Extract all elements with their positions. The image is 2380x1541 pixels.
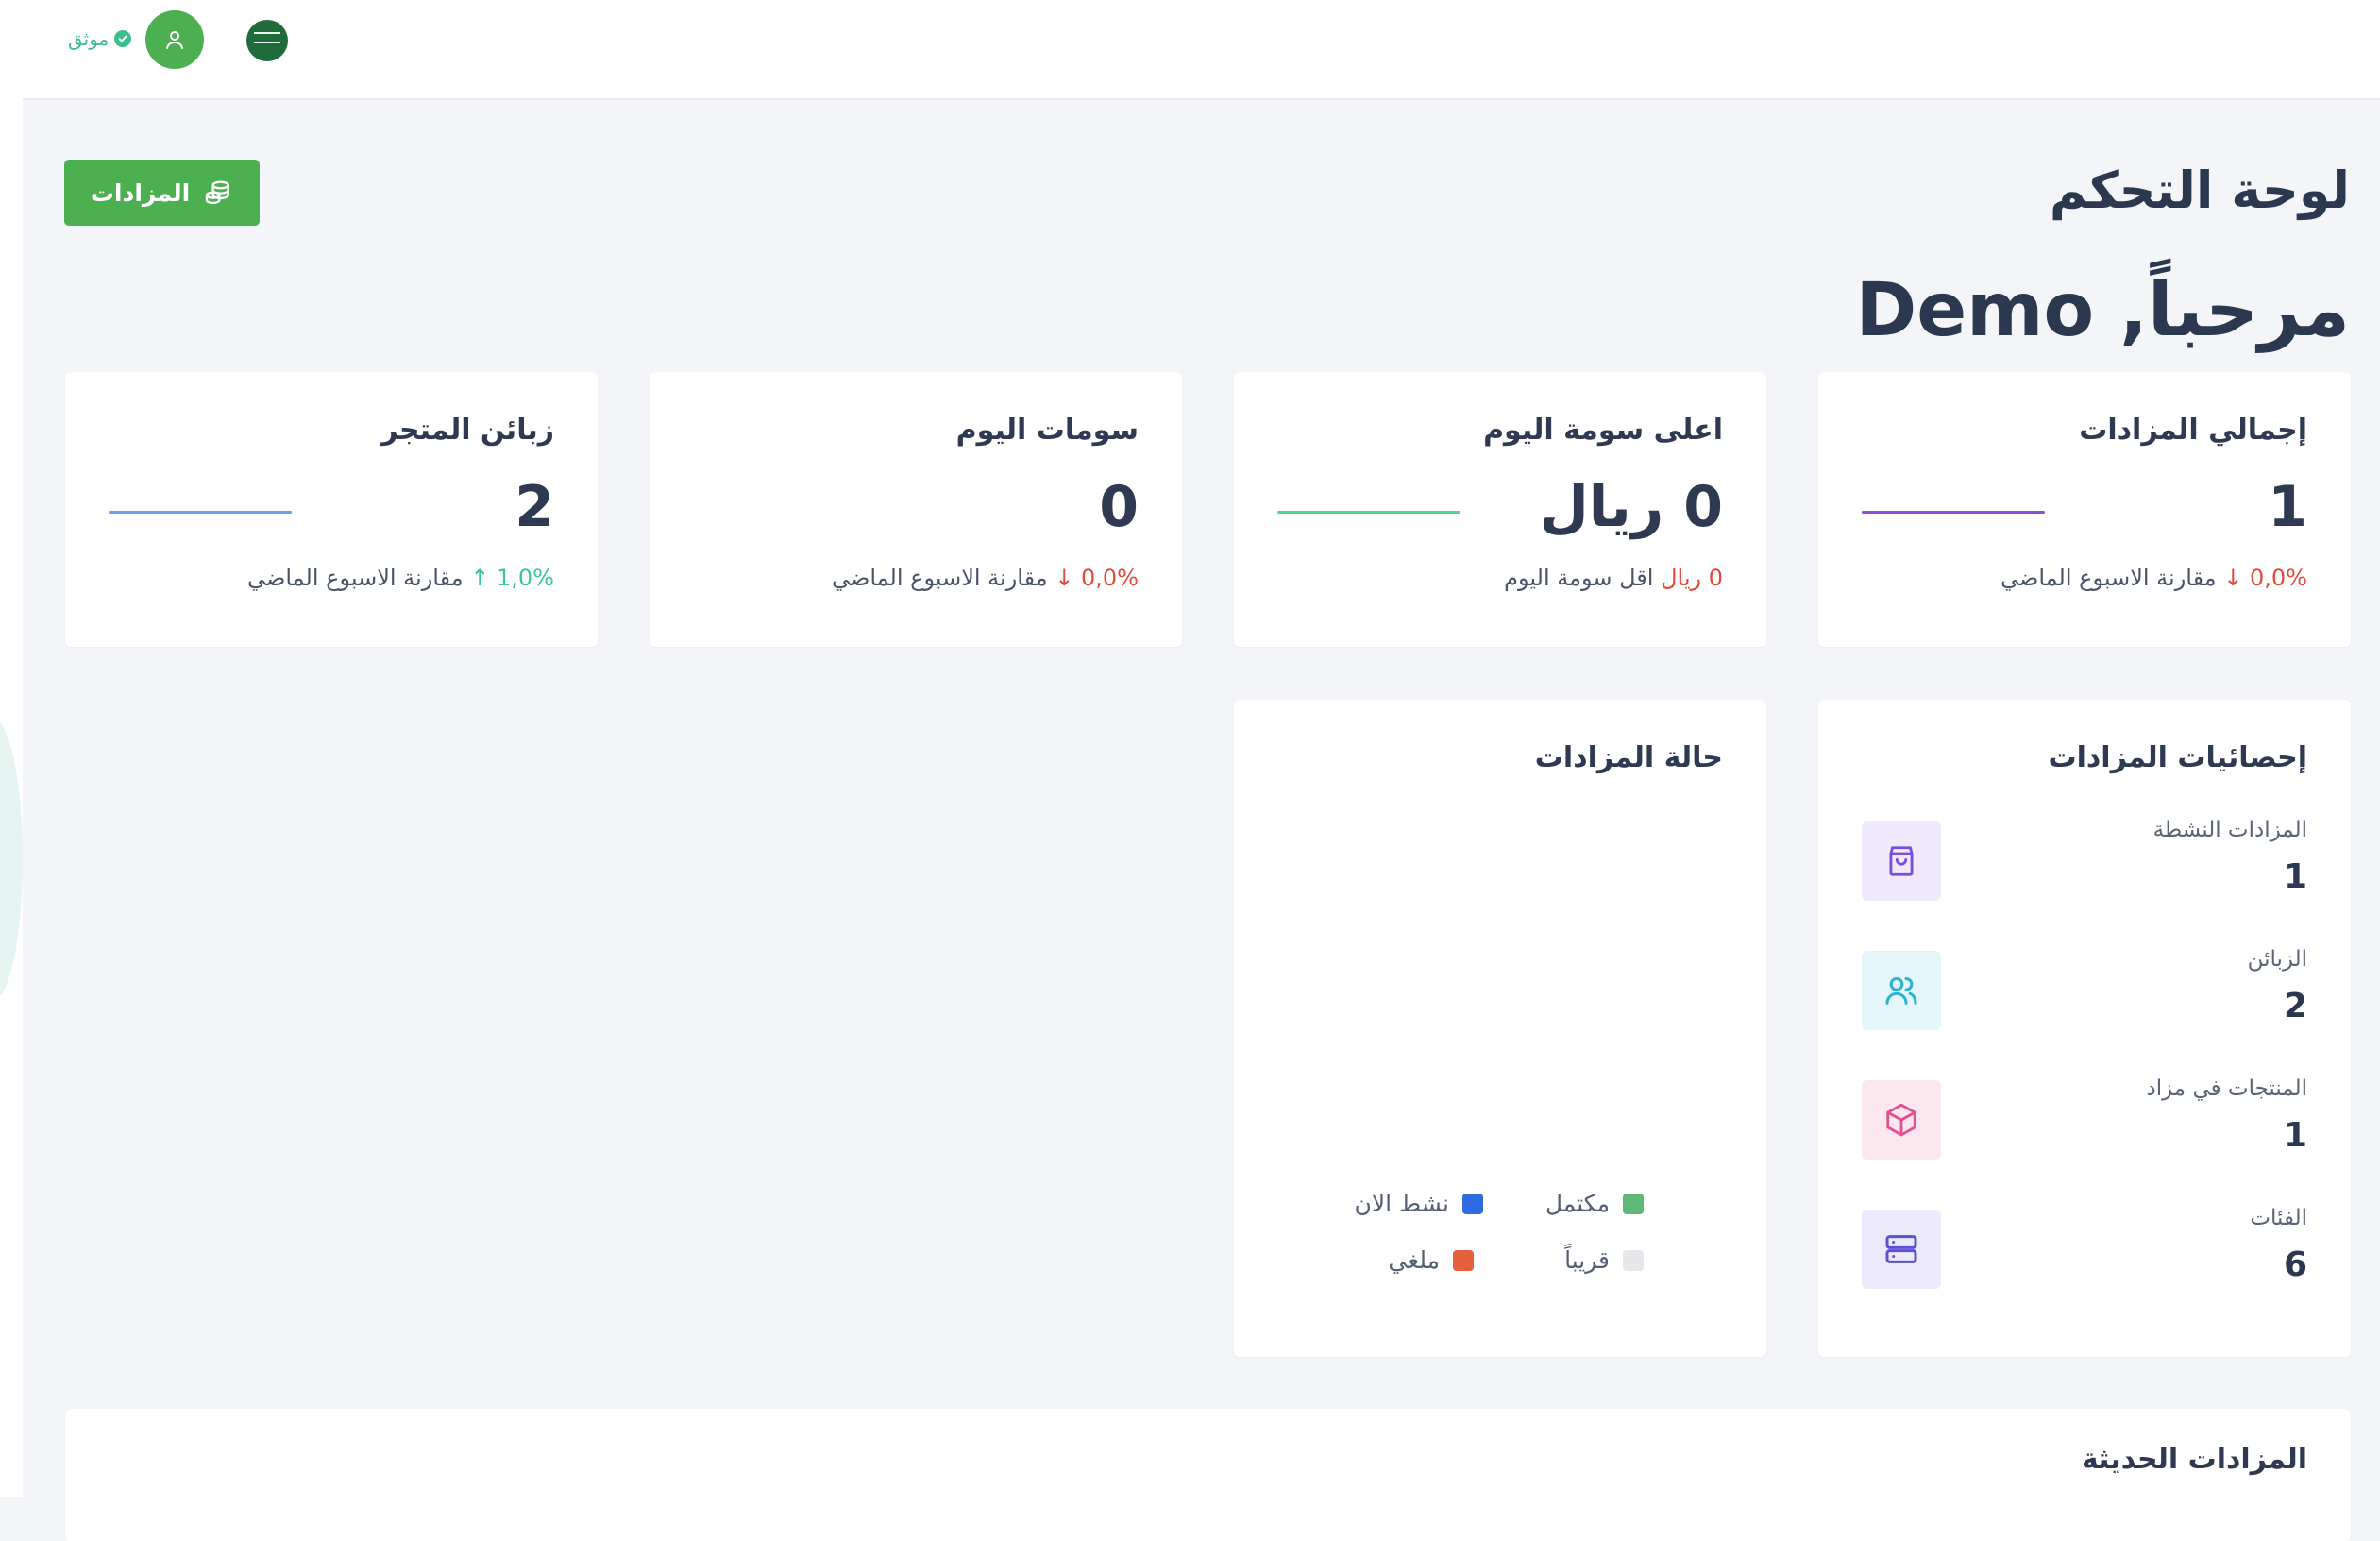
stat-change-value: 0,0%	[1081, 565, 1139, 591]
legend-swatch	[1623, 1193, 1644, 1214]
legend-label: قريباً	[1564, 1246, 1610, 1274]
stat-card-store-customers: زبائن المتجر 2 1,0% ↑ مقارنة الاسبوع الم…	[65, 372, 598, 647]
page-title: لوحة التحكم	[2049, 161, 2350, 220]
stat-sparkline	[1277, 511, 1460, 514]
stat-card-highest-bid: اعلى سومة اليوم 0 ريال 0 ريال اقل سومة ا…	[1234, 372, 1766, 647]
stat-row-customers: الزبائن 2	[1862, 947, 2307, 1030]
stat-row-value: 1	[2283, 857, 2307, 896]
stat-change: 0 ريال اقل سومة اليوم	[1504, 565, 1723, 591]
stat-change-value: 0 ريال	[1661, 565, 1723, 591]
panel-title: إحصائيات المزادات	[2048, 741, 2307, 774]
verified-label: موثق	[68, 27, 110, 50]
stat-row-label: المنتجات في مزاد	[2146, 1076, 2307, 1101]
stat-change-text: مقارنة الاسبوع الماضي	[246, 565, 464, 591]
stat-sparkline	[1862, 511, 2045, 514]
saudi-flag-icon[interactable]	[246, 20, 288, 61]
stat-row-active-auctions: المزادات النشطة 1	[1862, 818, 2307, 901]
user-icon	[166, 31, 183, 49]
stat-change-value: 0,0%	[2250, 565, 2307, 591]
stat-value: 0 ريال	[1539, 474, 1723, 540]
panel-title: المزادات الحديثة	[2081, 1443, 2307, 1476]
box-icon	[1862, 1080, 1941, 1160]
top-bar: موثق	[23, 0, 2380, 100]
coins-icon	[205, 180, 230, 205]
stat-change-value: 1,0%	[497, 565, 554, 591]
legend-item-completed[interactable]: مكتمل	[1545, 1190, 1644, 1217]
stat-title: إجمالي المزادات	[2079, 414, 2307, 447]
stat-row-value: 6	[2283, 1245, 2307, 1284]
stat-value: 1	[2268, 474, 2307, 540]
shopping-bag-icon	[1862, 821, 1941, 901]
legend-label: مكتمل	[1544, 1190, 1610, 1217]
legend-swatch	[1462, 1193, 1483, 1214]
stat-value: 2	[515, 474, 554, 540]
stat-row-value: 2	[2283, 987, 2307, 1025]
stat-change-text: مقارنة الاسبوع الماضي	[2000, 565, 2217, 591]
stat-row-label: الزبائن	[2247, 947, 2307, 972]
stat-change: 1,0% ↑ مقارنة الاسبوع الماضي	[247, 565, 554, 591]
recent-auctions-panel: المزادات الحديثة	[65, 1409, 2351, 1541]
arrow-down-icon: ↓	[2223, 565, 2243, 591]
auctions-button[interactable]: المزادات	[64, 160, 260, 226]
stat-row-label: الفئات	[2250, 1206, 2307, 1230]
auction-stats-panel: إحصائيات المزادات المزادات النشطة 1 الزب…	[1818, 700, 2351, 1357]
server-icon	[1862, 1210, 1941, 1289]
arrow-up-icon: ↑	[470, 565, 490, 591]
legend-label: نشط الان	[1354, 1190, 1449, 1217]
panel-title: حالة المزادات	[1534, 741, 1723, 774]
stat-card-total-auctions: إجمالي المزادات 1 0,0% ↓ مقارنة الاسبوع …	[1818, 372, 2351, 647]
auction-status-panel: حالة المزادات مكتمل نشط الان قريباً ملغي	[1234, 700, 1766, 1357]
legend-item-cancelled[interactable]: ملغي	[1388, 1246, 1474, 1274]
stat-change-text: مقارنة الاسبوع الماضي	[831, 565, 1048, 591]
auction-status-chart	[1277, 804, 1723, 1200]
stat-title: زبائن المتجر	[381, 414, 554, 447]
stat-row-value: 1	[2283, 1116, 2307, 1155]
user-avatar-button[interactable]	[145, 10, 204, 69]
stat-row-products-in-auction: المنتجات في مزاد 1	[1862, 1076, 2307, 1160]
legend-item-upcoming[interactable]: قريباً	[1564, 1246, 1644, 1274]
stat-row-categories: الفئات 6	[1862, 1206, 2307, 1289]
stat-change-text: اقل سومة اليوم	[1504, 565, 1654, 591]
stat-change: 0,0% ↓ مقارنة الاسبوع الماضي	[2000, 565, 2307, 591]
verified-status: موثق	[68, 25, 132, 53]
welcome-heading: مرحباً, Demo	[1855, 268, 2350, 353]
legend-swatch	[1623, 1249, 1644, 1271]
stat-title: اعلى سومة اليوم	[1483, 414, 1723, 447]
verified-check-icon	[114, 30, 132, 47]
legend-swatch	[1453, 1249, 1474, 1271]
stat-value: 0	[1099, 474, 1139, 540]
auctions-button-label: المزادات	[90, 178, 191, 207]
stat-change: 0,0% ↓ مقارنة الاسبوع الماضي	[832, 565, 1139, 591]
stat-sparkline	[109, 511, 292, 514]
legend-label: ملغي	[1388, 1246, 1440, 1274]
legend-item-active-now[interactable]: نشط الان	[1354, 1190, 1483, 1217]
stat-row-label: المزادات النشطة	[2152, 818, 2307, 842]
stat-card-today-bids: سومات اليوم 0 0,0% ↓ مقارنة الاسبوع الما…	[650, 372, 1182, 647]
stat-title: سومات اليوم	[955, 414, 1139, 447]
arrow-down-icon: ↓	[1055, 565, 1074, 591]
users-icon	[1862, 951, 1941, 1030]
